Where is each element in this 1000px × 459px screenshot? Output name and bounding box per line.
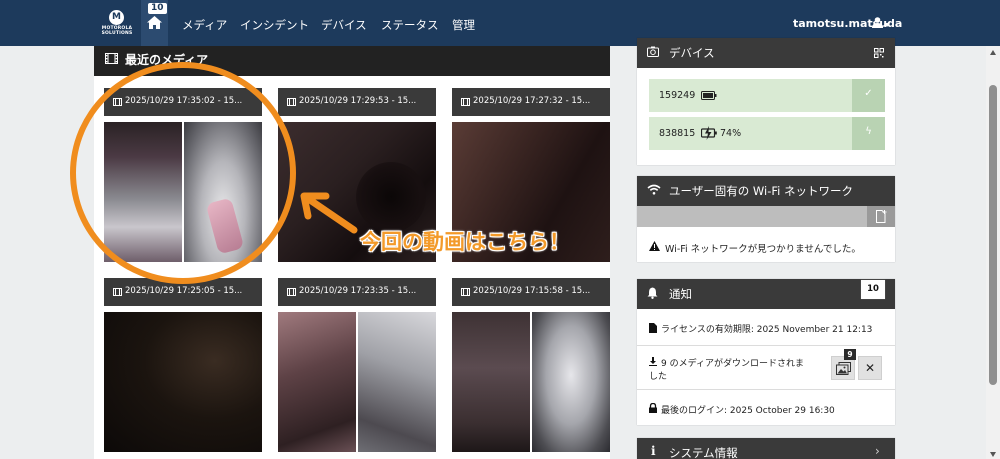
dismiss-notification-button[interactable]: ✕ [858, 356, 882, 380]
device-row[interactable]: 159249 ✓ [649, 79, 885, 112]
camera-icon [647, 46, 659, 57]
nav-item-media[interactable]: メディア [182, 17, 227, 33]
bolt-icon: ϟ [865, 126, 872, 137]
media-tile-header: 2025/10/29 17:15:58 - 15... [452, 278, 610, 306]
film-icon [113, 288, 122, 296]
lock-icon [649, 403, 657, 413]
close-icon: ✕ [864, 361, 876, 375]
info-icon: i [651, 444, 656, 458]
media-thumbnail[interactable] [104, 312, 262, 452]
license-notice: ライセンスの有効期限: 2025 November 21 12:13 [661, 325, 873, 335]
divider [637, 389, 895, 390]
system-info-title: システム情報 [669, 446, 738, 459]
nav-item-status[interactable]: ステータス [381, 17, 439, 33]
wifi-card-header: ユーザー固有の Wi-Fi ネットワーク [637, 176, 895, 206]
annotation-arrow-icon [300, 192, 358, 234]
home-badge: 10 [148, 3, 167, 14]
wifi-empty-message: Wi-Fi ネットワークが見つかりませんでした。 [665, 244, 861, 255]
device-status-button[interactable]: ✓ [852, 79, 885, 112]
device-row[interactable]: 838815 74% ϟ [649, 117, 885, 150]
last-login-notice: 最後のログイン: 2025 October 29 16:30 [661, 406, 835, 416]
add-network-button[interactable] [867, 206, 895, 227]
notifications-card-header: 通知 [637, 279, 895, 309]
devices-card-title: デバイス [669, 46, 715, 60]
wifi-card-title: ユーザー固有の Wi-Fi ネットワーク [669, 184, 854, 198]
nav-item-devices[interactable]: デバイス [321, 17, 367, 33]
wifi-icon [647, 184, 661, 195]
chevron-right-icon: › [875, 444, 880, 458]
film-icon [461, 98, 470, 106]
scrollbar-thumb[interactable] [989, 85, 997, 385]
download-count-badge: 9 [844, 349, 856, 360]
media-tile-header: 2025/10/29 17:23:35 - 15... [278, 278, 436, 306]
devices-card: デバイス 159249 ✓ 838815 74% ϟ [637, 38, 895, 165]
logo-mark: M [109, 10, 124, 25]
film-icon [461, 288, 470, 296]
qr-code-icon[interactable] [874, 48, 884, 58]
battery-full-icon [701, 91, 717, 100]
notifications-card: 通知 10 ライセンスの有効期限: 2025 November 21 12:13… [637, 279, 895, 425]
user-icon[interactable] [872, 17, 883, 28]
device-charging-button[interactable]: ϟ [852, 117, 885, 150]
check-icon: ✓ [864, 88, 873, 99]
media-tile-header: 2025/10/29 17:27:32 - 15... [452, 88, 610, 116]
divider [637, 345, 895, 346]
system-info-header[interactable]: i システム情報 › [637, 438, 895, 459]
battery-percent: 74% [720, 128, 742, 139]
images-icon [836, 362, 851, 375]
scroll-up-icon[interactable] [990, 50, 996, 55]
annotation-text: 今回の動画はこちら！ [360, 230, 570, 254]
media-tile-timestamp: 2025/10/29 17:25:05 - 15... [125, 286, 243, 296]
logo-text: MOTOROLA SOLUTIONS [101, 26, 133, 36]
media-tile-header: 2025/10/29 17:29:53 - 15... [278, 88, 436, 116]
wifi-toolbar [637, 206, 895, 227]
add-document-icon [876, 210, 887, 223]
user-menu-caret-icon[interactable] [884, 23, 890, 27]
film-icon [287, 288, 296, 296]
wifi-card: ユーザー固有の Wi-Fi ネットワーク Wi-Fi ネットワークが見つかりませ… [637, 176, 895, 262]
download-icon [649, 357, 657, 366]
system-info-card[interactable]: i システム情報 › [637, 438, 895, 459]
warning-icon [649, 241, 660, 251]
bell-icon [647, 287, 658, 299]
media-tile-timestamp: 2025/10/29 17:23:35 - 15... [299, 286, 417, 296]
media-thumbnail[interactable] [278, 312, 436, 452]
home-icon [147, 16, 162, 29]
media-thumbnail[interactable] [452, 312, 610, 452]
nav-item-incidents[interactable]: インシデント [240, 17, 309, 33]
media-tile-timestamp: 2025/10/29 17:27:32 - 15... [473, 96, 591, 106]
battery-charging-icon [701, 126, 717, 140]
film-icon [105, 53, 118, 64]
nav-item-admin[interactable]: 管理 [452, 17, 475, 33]
device-id: 159249 [659, 90, 696, 101]
media-tile-timestamp: 2025/10/29 17:15:58 - 15... [473, 286, 591, 296]
film-icon [287, 98, 296, 106]
device-id: 838815 [659, 128, 696, 139]
media-tile-timestamp: 2025/10/29 17:29:53 - 15... [299, 96, 417, 106]
devices-card-header: デバイス [637, 38, 895, 68]
scroll-down-icon[interactable] [990, 452, 996, 457]
document-icon [649, 323, 657, 333]
annotation-circle [70, 62, 296, 284]
motorola-logo[interactable]: M MOTOROLA SOLUTIONS [100, 9, 132, 39]
notifications-count-badge: 10 [861, 280, 885, 299]
notifications-card-title: 通知 [669, 287, 692, 301]
